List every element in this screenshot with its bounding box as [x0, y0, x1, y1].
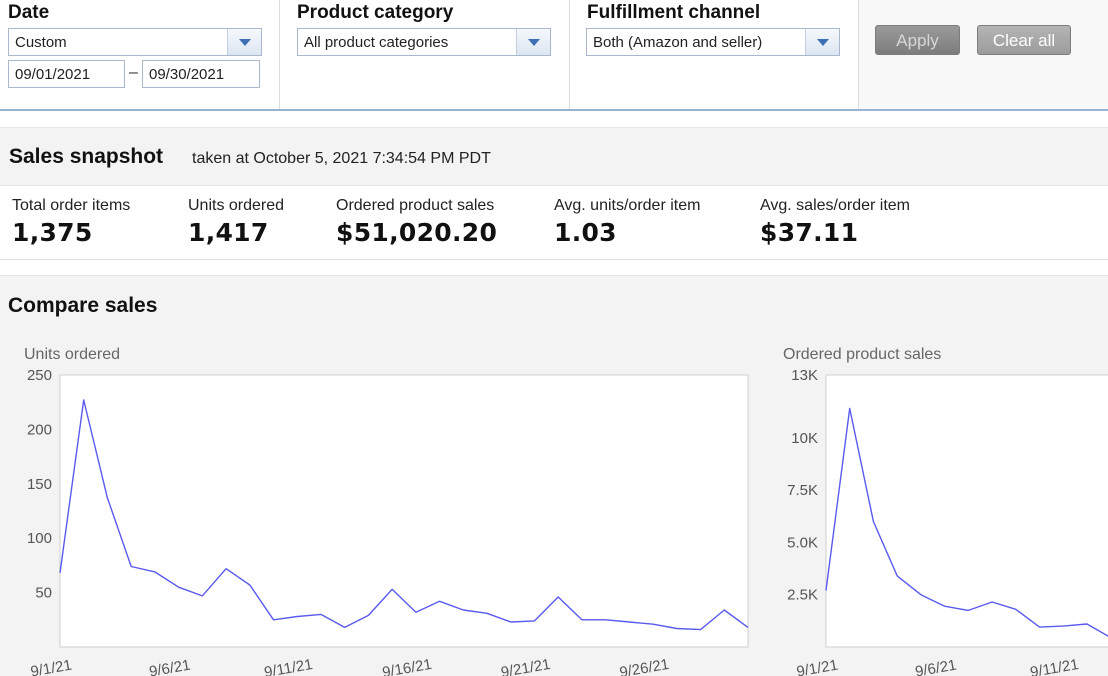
- y-tick-label: 150: [27, 476, 52, 493]
- x-tick-label: 9/1/21: [29, 657, 73, 676]
- y-tick-label: 13K: [791, 367, 818, 384]
- fulfillment-filter-label: Fulfillment channel: [587, 2, 761, 23]
- date-separator: –: [129, 64, 138, 81]
- chart-title: Units ordered: [24, 346, 120, 363]
- y-tick-label: 7.5K: [787, 482, 818, 499]
- category-filter: Product category All product categories: [280, 0, 570, 109]
- y-tick-label: 200: [27, 421, 52, 438]
- metric-avg-sales-per-order-item: Avg. sales/order item $37.11: [760, 197, 910, 247]
- y-tick-label: 2.5K: [787, 587, 818, 604]
- x-tick-label: 9/11/21: [1029, 656, 1080, 676]
- y-tick-label: 250: [27, 367, 52, 384]
- x-tick-label: 9/11/21: [263, 656, 314, 676]
- chevron-down-icon[interactable]: [227, 29, 261, 55]
- metric-value: $51,020.20: [336, 218, 498, 247]
- chart-title: Ordered product sales: [783, 346, 941, 363]
- filter-actions: Apply Clear all: [859, 0, 1108, 109]
- x-tick-label: 9/6/21: [914, 657, 958, 676]
- fulfillment-select[interactable]: Both (Amazon and seller): [586, 28, 840, 56]
- filter-bar: Date Custom 09/01/2021 – 09/30/2021 Prod…: [0, 0, 1108, 111]
- metric-label: Avg. units/order item: [554, 197, 701, 214]
- x-tick-label: 9/26/21: [618, 656, 670, 676]
- sales-snapshot-header: Sales snapshot taken at October 5, 2021 …: [0, 127, 1108, 186]
- chevron-down-icon[interactable]: [516, 29, 550, 55]
- plot-area: [59, 374, 749, 648]
- chevron-down-icon[interactable]: [805, 29, 839, 55]
- fulfillment-value: Both (Amazon and seller): [593, 34, 763, 51]
- snapshot-timestamp: taken at October 5, 2021 7:34:54 PM PDT: [192, 150, 491, 167]
- date-range-value: Custom: [15, 34, 67, 51]
- metric-label: Avg. sales/order item: [760, 197, 910, 214]
- metric-value: 1,375: [12, 218, 93, 247]
- metric-ordered-product-sales: Ordered product sales $51,020.20: [336, 197, 497, 247]
- category-value: All product categories: [304, 34, 449, 51]
- metric-label: Ordered product sales: [336, 197, 495, 214]
- compare-sales-section: Compare sales Units ordered 50 100 150 200 25…: [0, 275, 1108, 676]
- y-tick-label: 50: [35, 585, 52, 602]
- date-filter-label: Date: [8, 2, 50, 23]
- metric-label: Total order items: [12, 197, 131, 214]
- category-select[interactable]: All product categories: [297, 28, 551, 56]
- metric-units-ordered: Units ordered 1,417: [188, 197, 284, 247]
- y-tick-label: 100: [27, 530, 52, 547]
- start-date-input[interactable]: 09/01/2021: [8, 60, 125, 88]
- metric-avg-units-per-order-item: Avg. units/order item 1.03: [554, 197, 700, 247]
- metric-value: 1.03: [554, 218, 617, 247]
- fulfillment-filter: Fulfillment channel Both (Amazon and sel…: [570, 0, 859, 109]
- end-date-input[interactable]: 09/30/2021: [142, 60, 260, 88]
- x-tick-label: 9/6/21: [148, 657, 192, 676]
- metric-total-order-items: Total order items 1,375: [12, 197, 130, 247]
- x-tick-label: 9/21/21: [500, 656, 552, 676]
- date-range-select[interactable]: Custom: [8, 28, 262, 56]
- category-filter-label: Product category: [297, 2, 454, 23]
- clear-all-button[interactable]: Clear all: [977, 25, 1071, 55]
- metric-value: 1,417: [188, 218, 269, 247]
- snapshot-title: Sales snapshot: [9, 145, 164, 168]
- compare-sales-charts: Units ordered 50 100 150 200 250 9/1/21 9/6/21 9…: [24, 346, 1108, 676]
- x-tick-label: 9/1/21: [795, 657, 839, 676]
- x-tick-label: 9/16/21: [381, 656, 433, 676]
- snapshot-metrics: Total order items 1,375 Units ordered 1,…: [0, 186, 1108, 260]
- date-filter: Date Custom 09/01/2021 – 09/30/2021: [0, 0, 280, 109]
- plot-area: [825, 374, 1108, 648]
- metric-label: Units ordered: [188, 197, 285, 214]
- y-tick-label: 10K: [791, 430, 818, 447]
- metric-value: $37.11: [760, 218, 859, 247]
- y-tick-label: 5.0K: [787, 534, 818, 551]
- apply-button[interactable]: Apply: [875, 25, 960, 55]
